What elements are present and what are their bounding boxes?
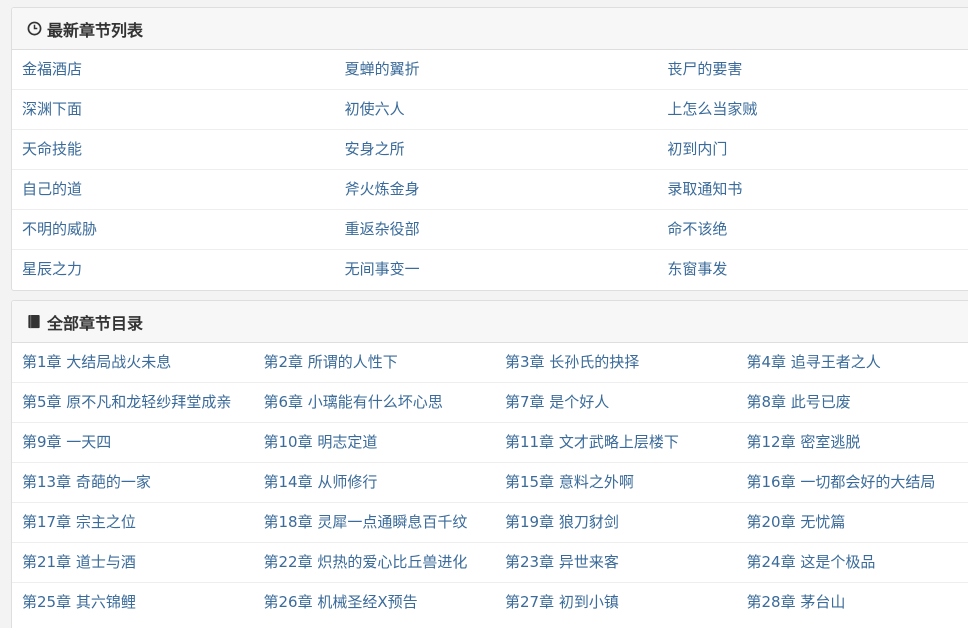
- chapter-link[interactable]: 第4章 追寻王者之人: [737, 343, 968, 382]
- chapter-link[interactable]: 第15章 意料之外啊: [495, 463, 737, 502]
- chapter-link[interactable]: 不明的威胁: [12, 210, 335, 249]
- all-chapters-panel: 全部章节目录 第1章 大结局战火未息 第2章 所谓的人性下 第3章 长孙氏的抉择 第4…: [11, 300, 968, 628]
- latest-chapter-row: 深渊下面 初使六人 上怎么当家贼: [12, 90, 968, 130]
- chapter-link[interactable]: 第3章 长孙氏的抉择: [495, 343, 737, 382]
- chapter-link[interactable]: 录取通知书: [657, 170, 968, 209]
- chapter-row: 第13章 奇葩的一家 第14章 从师修行 第15章 意料之外啊 第16章 一切都会好的…: [12, 463, 968, 503]
- chapter-link[interactable]: 初使六人: [335, 90, 658, 129]
- chapter-link[interactable]: 第14章 从师修行: [254, 463, 496, 502]
- chapter-link[interactable]: 丧尸的要害: [657, 50, 968, 89]
- chapter-row: 第25章 其六锦鲤 第26章 机械圣经X预告 第27章 初到小镇 第28章 茅台山: [12, 583, 968, 623]
- page: 最新章节列表 金福酒店 夏蝉的翼折 丧尸的要害 深渊下面 初使六人 上怎么当家贼 天命技能安…: [0, 0, 968, 628]
- latest-chapters-header: 最新章节列表: [12, 8, 968, 50]
- latest-chapters-title: 最新章节列表: [47, 20, 144, 40]
- chapter-row: 第5章 原不凡和龙轻纱拜堂成亲 第6章 小璃能有什么坏心思 第7章 是个好人 第8章 …: [12, 383, 968, 423]
- chapter-link[interactable]: 第10章 明志定道: [254, 423, 496, 462]
- latest-chapters-list: 金福酒店 夏蝉的翼折 丧尸的要害 深渊下面 初使六人 上怎么当家贼 天命技能 安身之所 初到内门…: [12, 50, 968, 290]
- chapter-link[interactable]: 第22章 炽热的爱心比丘兽进化: [254, 543, 496, 582]
- chapter-link[interactable]: 第5章 原不凡和龙轻纱拜堂成亲: [12, 383, 254, 422]
- latest-chapter-row: 星辰之力 无间事变一 东窗事发: [12, 250, 968, 290]
- chapter-link[interactable]: 第25章 其六锦鲤: [12, 583, 254, 623]
- chapter-link[interactable]: 命不该绝: [657, 210, 968, 249]
- chapter-link[interactable]: 第17章 宗主之位: [12, 503, 254, 542]
- chapter-link[interactable]: 东窗事发: [657, 250, 968, 290]
- latest-chapter-row: 金福酒店 夏蝉的翼折 丧尸的要害: [12, 50, 968, 90]
- chapter-link[interactable]: 夏蝉的翼折: [335, 50, 658, 89]
- chapter-link[interactable]: 第8章 此号已废: [737, 383, 968, 422]
- chapter-link[interactable]: 上怎么当家贼: [657, 90, 968, 129]
- chapter-link[interactable]: 第16章 一切都会好的大结局: [737, 463, 968, 502]
- all-chapters-list: 第1章 大结局战火未息 第2章 所谓的人性下 第3章 长孙氏的抉择 第4章 追寻王者之…: [12, 343, 968, 623]
- chapter-row: 第21章 道士与酒 第22章 炽热的爱心比丘兽进化 第23章 异世来客 第24章 这是…: [12, 543, 968, 583]
- all-chapters-header: 全部章节目录: [12, 301, 968, 343]
- chapter-row: 第17章 宗主之位 第18章 灵犀一点通瞬息百千纹 第19章 狼刀豺剑 第20章 无忧…: [12, 503, 968, 543]
- chapter-row: 第9章 一天四 第10章 明志定道 第11章 文才武略上层楼下 第12章 密室逃脱: [12, 423, 968, 463]
- clock-icon: [26, 21, 42, 37]
- chapter-link[interactable]: 自己的道: [12, 170, 335, 209]
- chapter-link[interactable]: 初到内门: [657, 130, 968, 169]
- chapter-link[interactable]: 第7章 是个好人: [495, 383, 737, 422]
- chapter-row: 第1章 大结局战火未息 第2章 所谓的人性下 第3章 长孙氏的抉择 第4章 追寻王者之…: [12, 343, 968, 383]
- chapter-link[interactable]: 第24章 这是个极品: [737, 543, 968, 582]
- book-icon: [26, 314, 42, 330]
- chapter-link[interactable]: 第11章 文才武略上层楼下: [495, 423, 737, 462]
- chapter-link[interactable]: 无间事变一: [335, 250, 658, 290]
- chapter-link[interactable]: 金福酒店: [12, 50, 335, 89]
- chapter-link[interactable]: 星辰之力: [12, 250, 335, 290]
- latest-chapter-row: 天命技能 安身之所 初到内门: [12, 130, 968, 170]
- chapter-link[interactable]: 第23章 异世来客: [495, 543, 737, 582]
- chapter-link[interactable]: 第21章 道士与酒: [12, 543, 254, 582]
- chapter-link[interactable]: 第26章 机械圣经X预告: [254, 583, 496, 623]
- chapter-link[interactable]: 第27章 初到小镇: [495, 583, 737, 623]
- chapter-link[interactable]: 第18章 灵犀一点通瞬息百千纹: [254, 503, 496, 542]
- chapter-link[interactable]: 深渊下面: [12, 90, 335, 129]
- chapter-link[interactable]: 第28章 茅台山: [737, 583, 968, 623]
- chapter-link[interactable]: 第1章 大结局战火未息: [12, 343, 254, 382]
- chapter-link[interactable]: 第20章 无忧篇: [737, 503, 968, 542]
- chapter-link[interactable]: 第12章 密室逃脱: [737, 423, 968, 462]
- latest-chapters-panel: 最新章节列表 金福酒店 夏蝉的翼折 丧尸的要害 深渊下面 初使六人 上怎么当家贼 天命技能安…: [11, 7, 968, 291]
- chapter-link[interactable]: 第2章 所谓的人性下: [254, 343, 496, 382]
- all-chapters-title: 全部章节目录: [47, 313, 144, 333]
- latest-chapter-row: 不明的威胁 重返杂役部 命不该绝: [12, 210, 968, 250]
- chapter-link[interactable]: 天命技能: [12, 130, 335, 169]
- chapter-link[interactable]: 第13章 奇葩的一家: [12, 463, 254, 502]
- chapter-link[interactable]: 安身之所: [335, 130, 658, 169]
- chapter-link[interactable]: 第19章 狼刀豺剑: [495, 503, 737, 542]
- chapter-link[interactable]: 第9章 一天四: [12, 423, 254, 462]
- chapter-link[interactable]: 斧火炼金身: [335, 170, 658, 209]
- latest-chapter-row: 自己的道 斧火炼金身 录取通知书: [12, 170, 968, 210]
- chapter-link[interactable]: 第6章 小璃能有什么坏心思: [254, 383, 496, 422]
- chapter-link[interactable]: 重返杂役部: [335, 210, 658, 249]
